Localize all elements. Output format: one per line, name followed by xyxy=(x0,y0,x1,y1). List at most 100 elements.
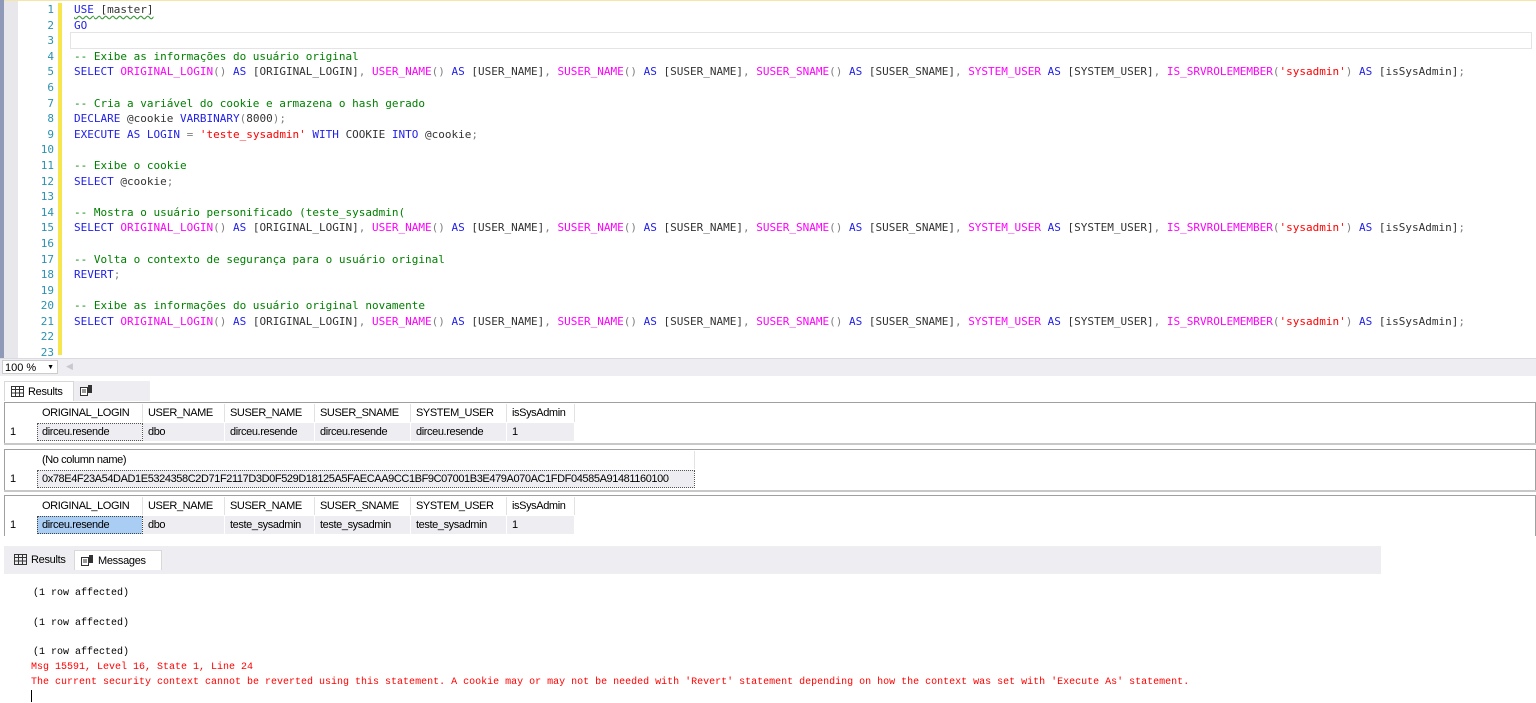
column-header[interactable]: ORIGINAL_LOGIN xyxy=(37,404,143,422)
code-token: , xyxy=(544,221,558,235)
code-line[interactable]: 21 SELECT ORIGINAL_LOGIN() AS [ORIGINAL_L… xyxy=(0,314,1536,330)
result-grid-3[interactable]: ORIGINAL_LOGIN USER_NAME SUSER_NAME SUSER_S… xyxy=(4,495,1536,536)
code-line[interactable]: 10 xyxy=(0,142,1536,158)
code-text: DECLARE @cookie VARBINARY(8000); xyxy=(74,111,286,127)
column-header[interactable]: SYSTEM_USER xyxy=(411,404,507,422)
code-line[interactable]: 14 -- Mostra o usuário personificado (tes… xyxy=(0,205,1536,221)
grid-splitter[interactable] xyxy=(4,490,1536,492)
grid-cell[interactable]: dirceu.resende xyxy=(411,423,507,441)
code-token: () xyxy=(431,221,452,235)
code-lines[interactable]: 1 USE [master] 2 GO 3 4 -- Exibe as informaçõe… xyxy=(0,2,1536,361)
grid-cell[interactable]: dbo xyxy=(143,423,225,441)
grid-cell[interactable]: dirceu.resende xyxy=(37,516,143,534)
column-header[interactable]: isSysAdmin xyxy=(507,497,575,515)
code-token: ); xyxy=(272,112,286,126)
grid-cell[interactable]: 1 xyxy=(507,516,575,534)
result-grid-1[interactable]: ORIGINAL_LOGIN USER_NAME SUSER_NAME SUSER_S… xyxy=(4,402,1536,444)
column-header[interactable]: SUSER_NAME xyxy=(225,404,315,422)
code-token: SYSTEM_USER xyxy=(968,314,1048,328)
code-line[interactable]: 15 SELECT ORIGINAL_LOGIN() AS [ORIGINAL_L… xyxy=(0,220,1536,236)
column-header[interactable]: SUSER_NAME xyxy=(225,497,315,515)
code-token: -- Volta o contexto de segurança para o … xyxy=(74,252,445,266)
code-token: REVERT xyxy=(74,268,114,282)
scroll-left-arrow-icon[interactable]: ◀ xyxy=(66,362,73,372)
code-line[interactable]: 5 SELECT ORIGINAL_LOGIN() AS [ORIGINAL_LO… xyxy=(0,64,1536,80)
code-token: , xyxy=(742,314,757,328)
code-line[interactable]: 18 REVERT; xyxy=(0,267,1536,283)
code-token: , xyxy=(742,221,757,235)
code-line[interactable]: 9 EXECUTE AS LOGIN = 'teste_sysadmin' WIT… xyxy=(0,127,1536,143)
code-line[interactable]: 3 xyxy=(0,33,1536,49)
code-token: -- Exibe o cookie xyxy=(74,158,187,172)
code-token: [SUSER_NAME] xyxy=(663,314,743,328)
tab-results[interactable]: Results xyxy=(4,381,74,401)
zoom-level-dropdown[interactable]: 100 % ▼ xyxy=(2,360,58,374)
code-token: AS xyxy=(643,314,664,328)
grid-cell[interactable]: teste_sysadmin xyxy=(225,516,315,534)
results-pane: Results Messages ORIGINAL_LOGINUSER_NAME… xyxy=(0,376,1536,703)
column-header[interactable]: SUSER_SNAME xyxy=(315,404,411,422)
code-line[interactable]: 7 -- Cria a variável do cookie e armazena… xyxy=(0,96,1536,112)
grid-corner[interactable] xyxy=(5,451,37,469)
row-number[interactable]: 1 xyxy=(5,423,37,441)
line-number: 3 xyxy=(47,34,54,48)
code-line[interactable]: 6 xyxy=(0,80,1536,96)
code-line[interactable]: 11 -- Exibe o cookie xyxy=(0,158,1536,174)
code-line[interactable]: 19 xyxy=(0,283,1536,299)
code-line[interactable]: 22 xyxy=(0,329,1536,345)
code-token: () xyxy=(431,314,452,328)
code-line[interactable]: 1 USE [master] xyxy=(0,2,1536,18)
grid-cell[interactable]: teste_sysadmin xyxy=(315,516,411,534)
column-header[interactable]: (No column name) xyxy=(37,451,695,469)
grid-corner[interactable] xyxy=(5,404,37,422)
code-token: 'teste_sysadmin' xyxy=(199,127,306,141)
code-token: COOKIE xyxy=(345,127,392,141)
tab-results-2[interactable]: Results xyxy=(8,550,74,570)
code-token: VARBINARY xyxy=(179,112,240,126)
code-token: @cookie xyxy=(126,112,180,126)
code-token: () xyxy=(431,65,452,79)
code-text: -- Volta o contexto de segurança para o … xyxy=(74,252,445,268)
result-grid-2[interactable]: (No column name) 1 0x78E4F23A54DAD1E532435… xyxy=(4,449,1536,491)
column-header[interactable]: USER_NAME xyxy=(143,497,225,515)
line-number: 22 xyxy=(40,330,54,344)
column-header[interactable]: ORIGINAL_LOGIN xyxy=(37,497,143,515)
column-header[interactable]: SUSER_SNAME xyxy=(315,497,411,515)
query-editor[interactable]: 1 USE [master] 2 GO 3 4 -- Exibe as informaçõe… xyxy=(0,0,1536,359)
line-number: 19 xyxy=(40,283,54,297)
line-number: 11 xyxy=(40,158,54,172)
grid-cell[interactable]: teste_sysadmin xyxy=(411,516,507,534)
code-token: [ORIGINAL_LOGIN] xyxy=(252,314,359,328)
code-line[interactable]: 17 -- Volta o contexto de segurança para … xyxy=(0,252,1536,268)
grid-corner[interactable] xyxy=(5,497,37,515)
grid-cell[interactable]: dirceu.resende xyxy=(315,423,411,441)
code-token: -- Exibe as informações do usuário origi… xyxy=(74,299,425,313)
code-text: GO xyxy=(74,18,87,34)
code-line[interactable]: 8 DECLARE @cookie VARBINARY(8000); xyxy=(0,111,1536,127)
grid-cell[interactable]: 0x78E4F23A54DAD1E5324358C2D71F2117D3D0F5… xyxy=(37,470,695,488)
code-token: -- Exibe as informações do usuário origi… xyxy=(74,49,359,63)
grid-splitter[interactable] xyxy=(4,443,1536,445)
row-number[interactable]: 1 xyxy=(5,470,37,488)
grid-cell[interactable]: dirceu.resende xyxy=(37,423,143,441)
code-token: AS xyxy=(848,221,869,235)
line-number: 5 xyxy=(47,65,54,79)
code-line[interactable]: 4 -- Exibe as informações do usuário orig… xyxy=(0,49,1536,65)
grid-cell[interactable]: dirceu.resende xyxy=(225,423,315,441)
messages-icon xyxy=(81,555,93,566)
column-header[interactable]: USER_NAME xyxy=(143,404,225,422)
code-line[interactable]: 20 -- Exibe as informações do usuário ori… xyxy=(0,298,1536,314)
code-line[interactable]: 13 xyxy=(0,189,1536,205)
tab-messages[interactable]: Messages xyxy=(74,381,150,417)
code-token: ; xyxy=(113,268,121,282)
line-number: 2 xyxy=(47,18,54,32)
grid-cell[interactable]: dbo xyxy=(143,516,225,534)
grid-cell[interactable]: 1 xyxy=(507,423,575,441)
code-line[interactable]: 12 SELECT @cookie; xyxy=(0,174,1536,190)
row-number[interactable]: 1 xyxy=(5,516,37,534)
column-header[interactable]: SYSTEM_USER xyxy=(411,497,507,515)
column-header[interactable]: isSysAdmin xyxy=(507,404,575,422)
code-line[interactable]: 16 xyxy=(0,236,1536,252)
code-line[interactable]: 2 GO xyxy=(0,18,1536,34)
tab-messages-2[interactable]: Messages xyxy=(74,550,162,570)
